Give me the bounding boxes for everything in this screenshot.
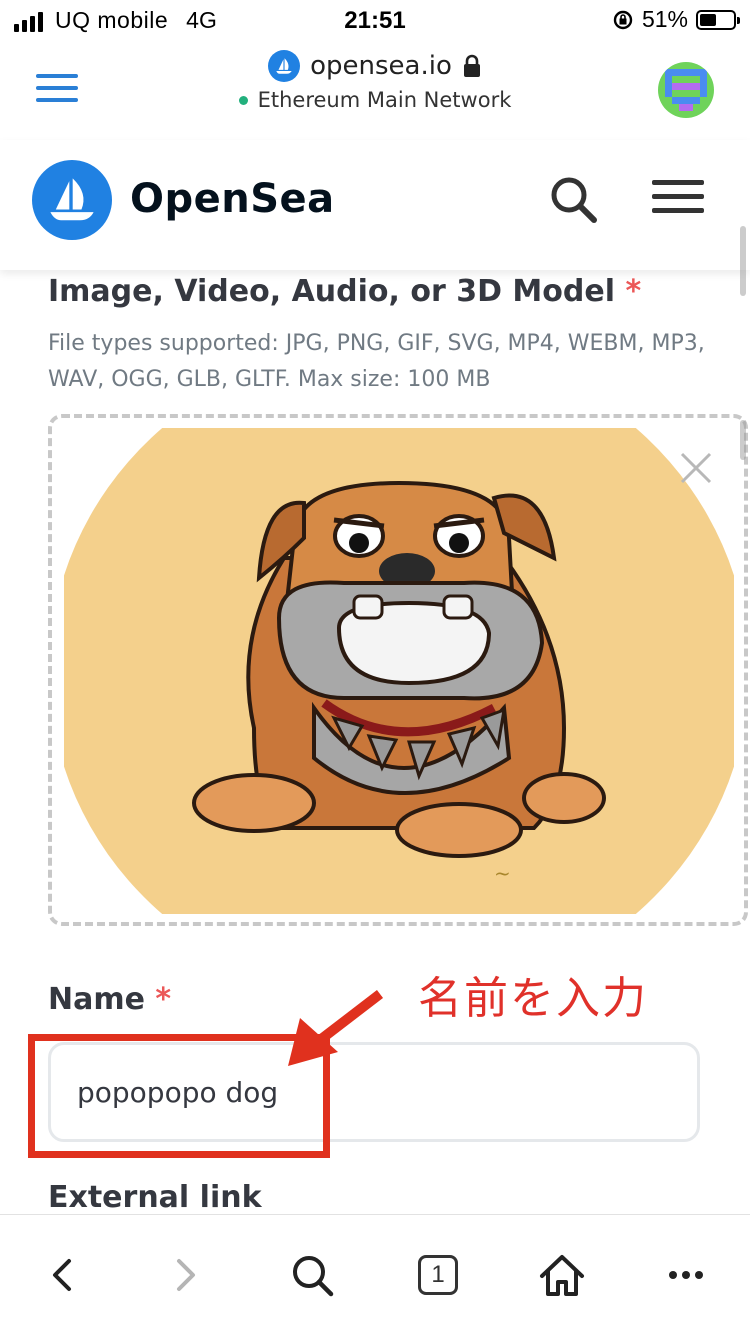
network-indicator: Ethereum Main Network [238, 88, 512, 112]
home-icon [540, 1255, 584, 1296]
lock-icon [463, 54, 480, 77]
back-button[interactable] [32, 1245, 92, 1305]
name-label: Name * [48, 982, 171, 1017]
search-icon [293, 1256, 334, 1297]
file-types-hint: File types supported: JPG, PNG, GIF, SVG… [48, 331, 705, 392]
battery-icon [696, 9, 740, 30]
name-required-mark: * [155, 982, 172, 1017]
chevron-left-icon [53, 1259, 71, 1291]
browser-toolbar: 1 [0, 1214, 750, 1335]
search-button[interactable] [546, 172, 602, 228]
annotation-text: 名前を入力 [418, 973, 648, 1024]
network-name: Ethereum Main Network [257, 88, 512, 112]
browser-bar: opensea.io Ethereum Main Network [0, 40, 750, 140]
battery-percent: 51% [641, 6, 688, 32]
account-avatar[interactable] [658, 62, 714, 118]
search-icon [551, 177, 597, 223]
more-dots-icon [669, 1271, 703, 1279]
browser-search-button[interactable] [282, 1245, 342, 1305]
main-menu-button[interactable] [652, 180, 704, 220]
rotation-lock-icon [613, 10, 633, 29]
required-mark: * [625, 274, 642, 309]
battery-level [700, 13, 716, 26]
page-scrollbar[interactable] [740, 226, 746, 296]
name-label-text: Name [48, 982, 145, 1017]
chevron-right-icon [177, 1259, 195, 1291]
domain-text: opensea.io [310, 51, 452, 81]
remove-image-close-icon[interactable] [676, 448, 716, 488]
artist-signature-mark: ~ [494, 861, 511, 885]
upload-title-text: Image, Video, Audio, or 3D Model [48, 274, 615, 309]
brand-name[interactable]: OpenSea [130, 176, 335, 222]
dropzone-scrollbar [740, 420, 746, 460]
upload-title: Image, Video, Audio, or 3D Model * [48, 274, 641, 309]
external-link-label: External link [48, 1180, 262, 1215]
tab-count: 1 [418, 1255, 458, 1295]
forward-button[interactable] [156, 1245, 216, 1305]
tabs-button[interactable]: 1 [408, 1245, 468, 1305]
url-line: opensea.io [268, 50, 482, 82]
network-status-dot [238, 95, 248, 105]
status-right: 51% [612, 6, 740, 33]
home-button[interactable] [532, 1245, 592, 1305]
status-bar: UQ mobile 4G 21:51 51% [0, 0, 750, 40]
site-header: OpenSea [0, 140, 750, 270]
opensea-favicon-icon [268, 50, 301, 82]
url-area[interactable]: opensea.io Ethereum Main Network [0, 50, 750, 112]
annotation-arrow-icon [288, 990, 384, 1066]
more-options-button[interactable] [656, 1245, 716, 1305]
uploaded-image-preview: ~ [64, 428, 734, 914]
opensea-logo-icon[interactable] [32, 160, 112, 240]
